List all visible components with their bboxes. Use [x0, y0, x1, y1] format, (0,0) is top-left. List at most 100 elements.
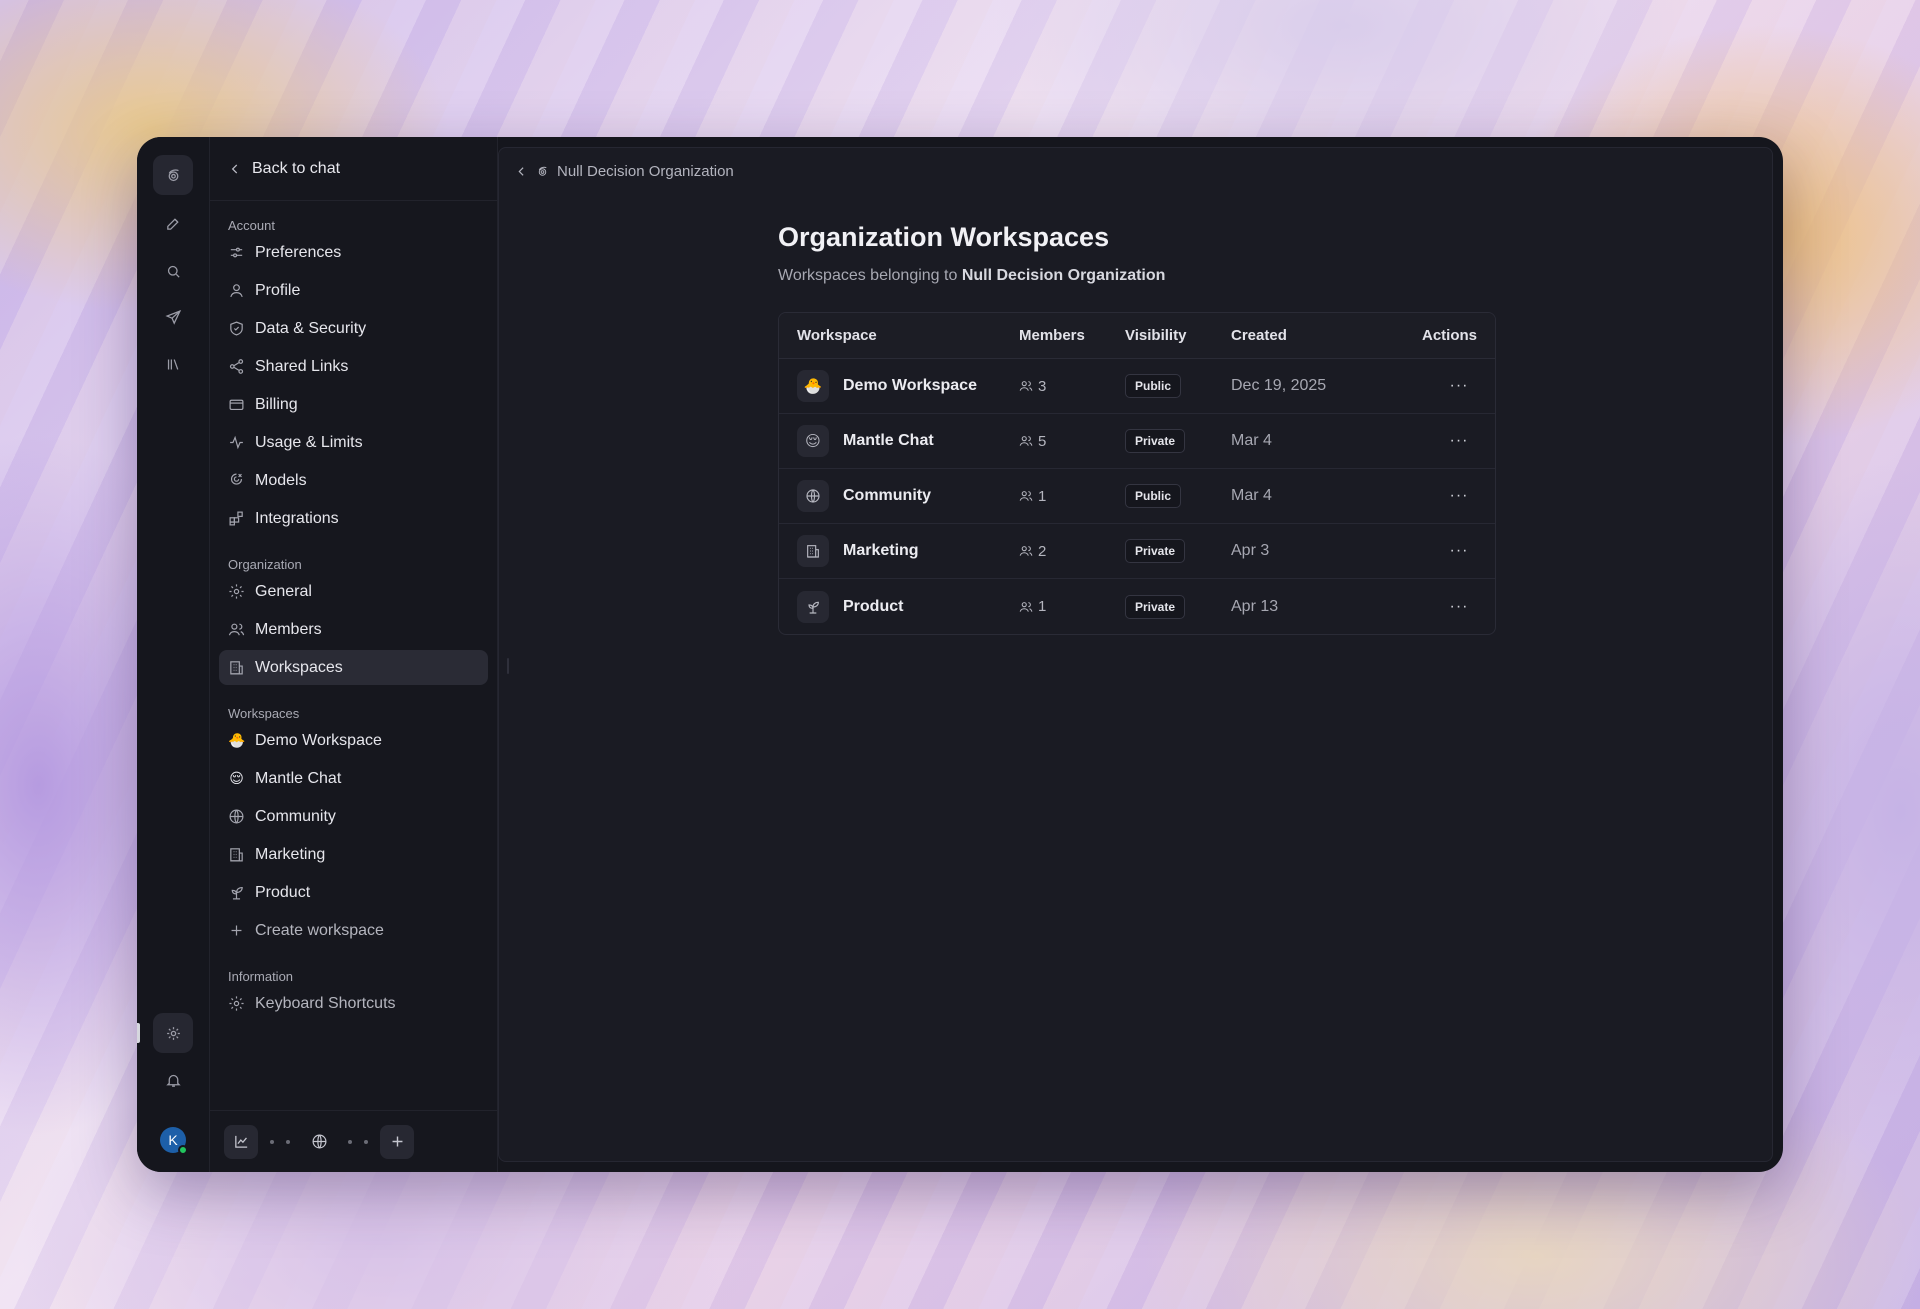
app-logo-icon[interactable] [153, 155, 193, 195]
users-icon [1019, 601, 1033, 612]
member-count: 3 [1038, 377, 1047, 395]
chevron-left-icon [231, 163, 238, 174]
sprout-icon [797, 590, 829, 623]
back-to-chat-label: Back to chat [252, 159, 341, 177]
sidebar-item-product[interactable]: Product [219, 875, 488, 910]
more-actions-icon[interactable]: ··· [1447, 432, 1471, 450]
subtitle-prefix: Workspaces belonging to [778, 267, 958, 284]
member-count: 1 [1038, 598, 1047, 615]
icon-rail: K [137, 137, 210, 1172]
visibility-badge: Private [1125, 539, 1186, 563]
models-icon [230, 473, 243, 485]
main-panel: Null Decision Organization Organization … [498, 147, 1773, 1162]
resize-handle[interactable] [507, 658, 509, 674]
sidebar-item-preferences[interactable]: Preferences [219, 235, 488, 270]
visibility-badge: Public [1125, 484, 1182, 508]
shield-icon [230, 321, 243, 336]
member-count: 5 [1038, 432, 1047, 450]
column-header-created: Created [1231, 327, 1287, 344]
breadcrumb-label: Null Decision Organization [557, 163, 734, 180]
footer-dot [270, 1139, 274, 1144]
sidebar-item-keyboard-shortcuts[interactable]: Keyboard Shortcuts [219, 986, 488, 1021]
members-cell: 3 [1019, 378, 1125, 395]
table-row[interactable]: 😌 Mantle Chat 5 Private Mar 4 ··· [779, 414, 1495, 469]
sidebar-item-label: Marketing [255, 845, 326, 863]
sidebar-item-community[interactable]: Community [219, 799, 488, 834]
user-avatar[interactable]: K [160, 1127, 188, 1155]
workspaces-nav: 🐣 Demo Workspace 😌 Mantle Chat Community… [210, 723, 497, 948]
table-row[interactable]: Marketing 2 Private Apr 3 ··· [779, 524, 1495, 579]
sidebar-item-label: Data & Security [255, 319, 367, 337]
back-to-chat-button[interactable]: Back to chat [210, 137, 497, 201]
sidebar-item-demo-workspace[interactable]: 🐣 Demo Workspace [219, 723, 488, 758]
visibility-cell: Public [1125, 484, 1231, 508]
sidebar-item-usage-limits[interactable]: Usage & Limits [219, 425, 488, 460]
breadcrumb[interactable]: Null Decision Organization [515, 163, 734, 180]
sidebar-item-shared-links[interactable]: Shared Links [219, 349, 488, 384]
library-icon[interactable] [153, 344, 193, 384]
relieved-face-emoji-icon: 😌 [229, 770, 244, 786]
more-actions-icon[interactable]: ··· [1447, 542, 1471, 560]
activity-icon [230, 435, 243, 450]
sidebar-item-label: Community [255, 807, 336, 825]
avatar-initial: K [168, 1132, 178, 1148]
sidebar-item-workspaces[interactable]: Workspaces [219, 650, 488, 685]
sidebar-item-mantle-chat[interactable]: 😌 Mantle Chat [219, 761, 488, 796]
rail-active-indicator [137, 1023, 140, 1043]
users-icon [228, 623, 245, 636]
page-title: Organization Workspaces [778, 222, 1110, 252]
sidebar-item-label: Shared Links [255, 357, 349, 375]
account-nav: Preferences Profile Data & Security Shar… [210, 235, 497, 536]
workspace-name: Demo Workspace [843, 377, 977, 394]
table-row[interactable]: Community 1 Public Mar 4 ··· [779, 469, 1495, 524]
chick-emoji-icon: 🐣 [797, 370, 829, 402]
sidebar-item-integrations[interactable]: Integrations [219, 501, 488, 536]
workspaces-table: Workspace Members Visibility Created Act… [778, 312, 1496, 635]
visibility-cell: Private [1125, 429, 1231, 453]
gear-icon [229, 996, 244, 1011]
bell-icon[interactable] [153, 1060, 193, 1100]
globe-icon[interactable] [302, 1125, 336, 1159]
sprout-icon [231, 886, 243, 900]
chart-icon[interactable] [224, 1124, 258, 1159]
visibility-badge: Private [1125, 429, 1186, 453]
sidebar-item-label: Integrations [255, 509, 339, 527]
settings-gear-icon[interactable] [153, 1013, 193, 1053]
workspace-name: Product [843, 597, 904, 615]
create-workspace-button[interactable]: Create workspace [219, 913, 488, 948]
section-label-account: Account [228, 218, 275, 233]
workspace-cell: Community [779, 480, 1019, 512]
sidebar-item-general[interactable]: General [219, 574, 488, 609]
table-row[interactable]: Product 1 Private Apr 13 ··· [779, 579, 1495, 634]
add-icon[interactable] [380, 1124, 414, 1159]
gear-icon [229, 584, 244, 599]
sidebar-item-members[interactable]: Members [219, 612, 488, 647]
sidebar-item-models[interactable]: Models [219, 463, 488, 498]
visibility-badge: Private [1125, 594, 1186, 619]
page-subtitle: Workspaces belonging to Null Decision Or… [778, 267, 1165, 285]
sidebar-item-label: Models [255, 471, 307, 489]
sidebar-item-label: Workspaces [255, 658, 343, 676]
members-cell: 1 [1019, 488, 1125, 505]
more-actions-icon[interactable]: ··· [1447, 598, 1471, 616]
send-icon[interactable] [153, 297, 193, 337]
sidebar-item-profile[interactable]: Profile [219, 273, 488, 308]
member-count: 1 [1038, 487, 1047, 505]
more-actions-icon[interactable]: ··· [1447, 377, 1471, 395]
users-icon [1019, 436, 1033, 446]
sidebar-item-billing[interactable]: Billing [219, 387, 488, 422]
table-row[interactable]: 🐣 Demo Workspace 3 Public Dec 19, 2025 ·… [779, 359, 1495, 414]
create-workspace-label: Create workspace [255, 921, 384, 939]
sidebar-item-label: Members [255, 620, 322, 638]
sidebar-footer [210, 1110, 497, 1172]
user-icon [230, 284, 243, 298]
more-actions-icon[interactable]: ··· [1447, 487, 1471, 505]
section-label-organization: Organization [228, 557, 302, 572]
search-icon[interactable] [153, 251, 193, 291]
sidebar-item-data-security[interactable]: Data & Security [219, 311, 488, 346]
workspace-cell: 😌 Mantle Chat [779, 425, 1019, 457]
footer-dot [364, 1139, 368, 1144]
new-chat-icon[interactable] [153, 203, 193, 243]
sidebar-item-marketing[interactable]: Marketing [219, 837, 488, 872]
sidebar-item-label: Preferences [255, 243, 342, 261]
